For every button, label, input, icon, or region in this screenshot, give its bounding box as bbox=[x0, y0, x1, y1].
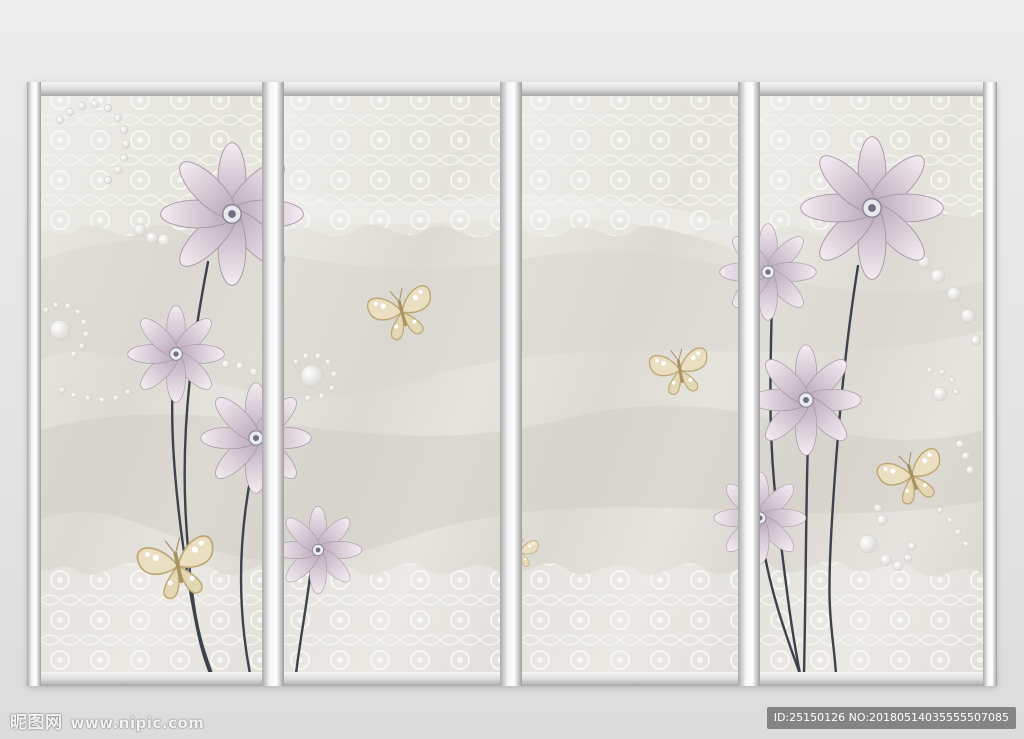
flower-medium bbox=[750, 344, 862, 456]
watermark-id: ID:25150126 NO:20180514035555507085 bbox=[766, 707, 1016, 729]
watermark-logo: 昵图网 www.nipic.com bbox=[10, 708, 204, 733]
watermark-site: www.nipic.com bbox=[70, 714, 205, 732]
four-panel-artwork bbox=[27, 82, 997, 686]
flower-small bbox=[273, 505, 363, 595]
flower-medium bbox=[719, 223, 817, 321]
flower-large bbox=[799, 135, 945, 281]
flower-medium bbox=[127, 305, 225, 403]
flower-medium bbox=[200, 382, 312, 494]
watermark-brand: 昵图网 bbox=[10, 713, 63, 733]
